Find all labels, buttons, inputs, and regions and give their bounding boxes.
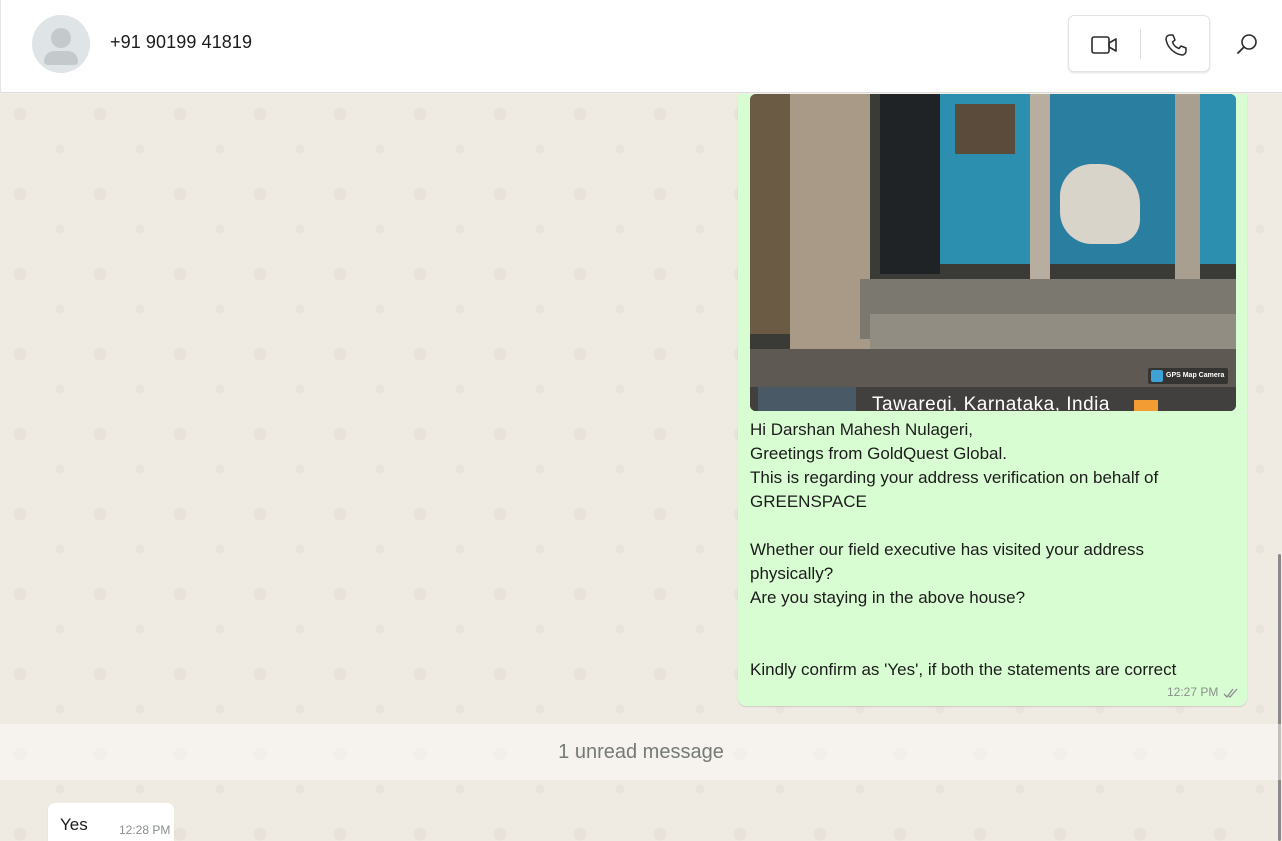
unread-messages-banner: 1 unread message	[0, 724, 1282, 780]
avatar-body-shape	[44, 51, 78, 65]
message-line: Kindly confirm as 'Yes', if both the sta…	[750, 660, 1177, 679]
incoming-message-bubble[interactable]: Yes 12:28 PM	[48, 803, 174, 841]
chat-header: +91 90199 41819	[0, 0, 1282, 93]
india-flag-icon	[1134, 400, 1158, 411]
search-icon	[1237, 34, 1257, 54]
photo-region	[1060, 164, 1140, 244]
contact-avatar[interactable]	[32, 15, 90, 73]
photo-region	[870, 314, 1236, 354]
double-check-icon	[1223, 688, 1238, 698]
voice-call-button[interactable]	[1141, 16, 1211, 73]
photo-region	[955, 104, 1015, 154]
photo-region	[790, 94, 870, 384]
contact-name[interactable]: +91 90199 41819	[110, 32, 252, 53]
message-line	[750, 610, 1236, 634]
photo-map-thumbnail	[758, 387, 856, 411]
gps-camera-badge: GPS Map Camera	[1148, 368, 1228, 384]
message-line: Are you staying in the above house?	[750, 588, 1026, 607]
incoming-message-time: 12:28 PM	[119, 823, 171, 837]
message-line	[750, 514, 1236, 538]
video-camera-icon	[1091, 35, 1117, 54]
photo-region	[1175, 94, 1200, 284]
message-line: GREENSPACE	[750, 492, 867, 511]
chat-scrollbar[interactable]	[1278, 554, 1281, 841]
video-call-button[interactable]	[1069, 16, 1139, 73]
outgoing-message-time: 12:27 PM	[1167, 685, 1219, 699]
message-line: physically?	[750, 564, 834, 583]
outgoing-message-bubble[interactable]: GPS Map Camera Tawaregi, Karnataka, Indi…	[738, 94, 1247, 706]
call-button-group	[1068, 15, 1210, 72]
message-photo[interactable]: GPS Map Camera Tawaregi, Karnataka, Indi…	[750, 94, 1236, 411]
photo-location-text: Tawaregi, Karnataka, India	[872, 394, 1110, 411]
phone-icon	[1165, 33, 1187, 56]
avatar-head-shape	[51, 28, 71, 48]
incoming-message-text: Yes	[60, 815, 88, 834]
gps-badge-text: GPS Map Camera	[1166, 372, 1225, 379]
photo-region	[880, 94, 940, 274]
search-button[interactable]	[1231, 28, 1263, 60]
message-line: Hi Darshan Mahesh Nulageri,	[750, 420, 973, 439]
photo-region	[1030, 94, 1050, 294]
message-text: Hi Darshan Mahesh Nulageri, Greetings fr…	[750, 418, 1236, 682]
message-line: Greetings from GoldQuest Global.	[750, 444, 1008, 463]
message-line: This is regarding your address verificat…	[750, 468, 1159, 487]
unread-messages-text: 1 unread message	[558, 740, 724, 763]
gps-camera-icon	[1151, 370, 1163, 382]
message-line	[750, 634, 1236, 658]
message-line: Whether our field executive has visited …	[750, 540, 1145, 559]
